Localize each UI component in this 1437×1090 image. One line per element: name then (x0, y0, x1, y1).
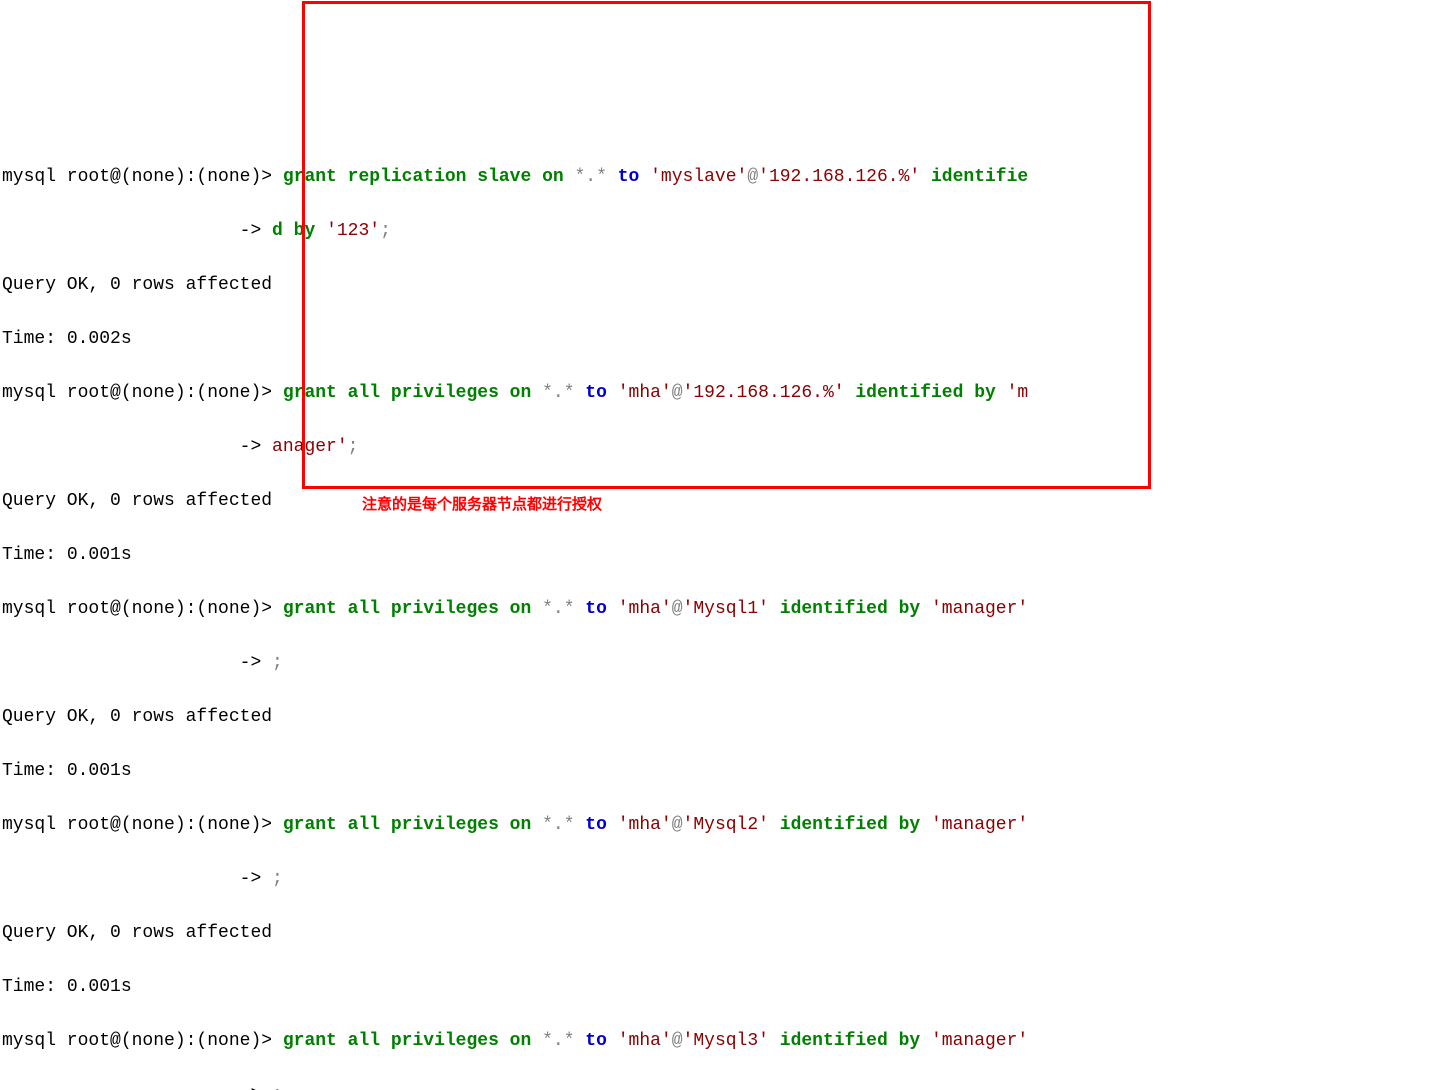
sql-at: @ (747, 167, 758, 187)
terminal-line: mysql root@(none):(none)> grant replicat… (2, 164, 1435, 191)
sql-semicolon: ; (261, 869, 283, 889)
terminal-line: mysql root@(none):(none)> grant all priv… (2, 380, 1435, 407)
sql-string: 'myslave' (650, 167, 747, 187)
sql-keyword: grant all privileges on (272, 383, 542, 403)
sql-keyword: grant all privileges on (272, 1031, 542, 1051)
sql-keyword: to (575, 1031, 618, 1051)
query-result: Query OK, 0 rows affected (2, 920, 1435, 947)
sql-at: @ (672, 383, 683, 403)
sql-string: '192.168.126.%' (683, 383, 845, 403)
terminal-line: mysql root@(none):(none)> grant all priv… (2, 596, 1435, 623)
sql-string: 'mha' (618, 599, 672, 619)
sql-keyword: identified by (769, 1031, 931, 1051)
sql-string: 'Mysql3' (683, 1031, 769, 1051)
sql-keyword: identifie (920, 167, 1028, 187)
mysql-prompt: mysql root@(none):(none)> (2, 815, 272, 835)
mysql-prompt: mysql root@(none):(none)> (2, 383, 272, 403)
continuation-prompt: -> (2, 1085, 261, 1090)
query-time: Time: 0.001s (2, 758, 1435, 785)
sql-semicolon: ; (261, 1085, 283, 1090)
sql-keyword: to (607, 167, 650, 187)
mysql-prompt: mysql root@(none):(none)> (2, 167, 272, 187)
terminal-line: -> ; (2, 866, 1435, 893)
sql-string: 'mha' (618, 815, 672, 835)
continuation-prompt: -> (2, 653, 261, 673)
query-result: Query OK, 0 rows affected (2, 488, 1435, 515)
sql-string: anager' (261, 437, 347, 457)
query-time: Time: 0.001s (2, 974, 1435, 1001)
sql-semicolon: ; (380, 221, 391, 241)
sql-wildcard: *.* (542, 815, 574, 835)
annotation-note: 注意的是每个服务器节点都进行授权 (362, 494, 602, 517)
terminal-line: -> ; (2, 650, 1435, 677)
continuation-prompt: -> (2, 221, 261, 241)
query-time: Time: 0.001s (2, 542, 1435, 569)
sql-at: @ (672, 599, 683, 619)
query-result: Query OK, 0 rows affected (2, 272, 1435, 299)
sql-wildcard: *.* (575, 167, 607, 187)
sql-string: 'manager' (931, 815, 1028, 835)
sql-at: @ (672, 815, 683, 835)
sql-wildcard: *.* (542, 599, 574, 619)
sql-wildcard: *.* (542, 383, 574, 403)
sql-wildcard: *.* (542, 1031, 574, 1051)
sql-keyword: d by (261, 221, 326, 241)
sql-string: '192.168.126.%' (758, 167, 920, 187)
sql-string: 'm (1007, 383, 1029, 403)
terminal-line: -> d by '123'; (2, 218, 1435, 245)
sql-semicolon: ; (348, 437, 359, 457)
mysql-prompt: mysql root@(none):(none)> (2, 1031, 272, 1051)
continuation-prompt: -> (2, 437, 261, 457)
sql-string: 'Mysql1' (683, 599, 769, 619)
terminal-line: -> anager'; (2, 434, 1435, 461)
sql-keyword: identified by (769, 599, 931, 619)
sql-keyword: grant all privileges on (272, 815, 542, 835)
sql-keyword: grant all privileges on (272, 599, 542, 619)
terminal-line: -> ; (2, 1082, 1435, 1090)
highlight-box (302, 1, 1151, 489)
sql-keyword: to (575, 383, 618, 403)
sql-keyword: to (575, 815, 618, 835)
sql-string: 'mha' (618, 1031, 672, 1051)
mysql-prompt: mysql root@(none):(none)> (2, 599, 272, 619)
sql-semicolon: ; (261, 653, 283, 673)
query-result: Query OK, 0 rows affected (2, 704, 1435, 731)
sql-keyword: to (575, 599, 618, 619)
sql-string: 'manager' (931, 599, 1028, 619)
continuation-prompt: -> (2, 869, 261, 889)
sql-string: '123' (326, 221, 380, 241)
sql-keyword: identified by (845, 383, 1007, 403)
terminal-line: mysql root@(none):(none)> grant all priv… (2, 1028, 1435, 1055)
terminal-line: mysql root@(none):(none)> grant all priv… (2, 812, 1435, 839)
sql-string: 'manager' (931, 1031, 1028, 1051)
sql-at: @ (672, 1031, 683, 1051)
sql-string: 'Mysql2' (683, 815, 769, 835)
query-time: Time: 0.002s (2, 326, 1435, 353)
sql-keyword: identified by (769, 815, 931, 835)
sql-string: 'mha' (618, 383, 672, 403)
sql-keyword: grant replication slave on (272, 167, 574, 187)
